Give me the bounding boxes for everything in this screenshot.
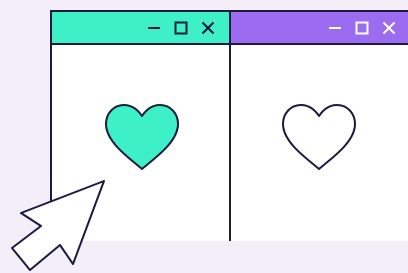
minimize-icon[interactable] <box>147 21 161 35</box>
maximize-icon[interactable] <box>355 21 369 35</box>
pointer-arrow-icon <box>11 180 105 271</box>
right-window <box>231 12 408 241</box>
minimize-icon[interactable] <box>328 21 342 35</box>
illustration-canvas <box>0 0 408 273</box>
left-window-titlebar[interactable] <box>52 12 229 45</box>
right-window-content <box>231 45 408 241</box>
maximize-icon[interactable] <box>174 21 188 35</box>
right-window-titlebar[interactable] <box>231 12 408 45</box>
close-icon[interactable] <box>382 21 396 35</box>
filled-heart-icon[interactable] <box>103 102 181 172</box>
outline-heart-icon[interactable] <box>280 102 358 172</box>
close-icon[interactable] <box>201 21 215 35</box>
